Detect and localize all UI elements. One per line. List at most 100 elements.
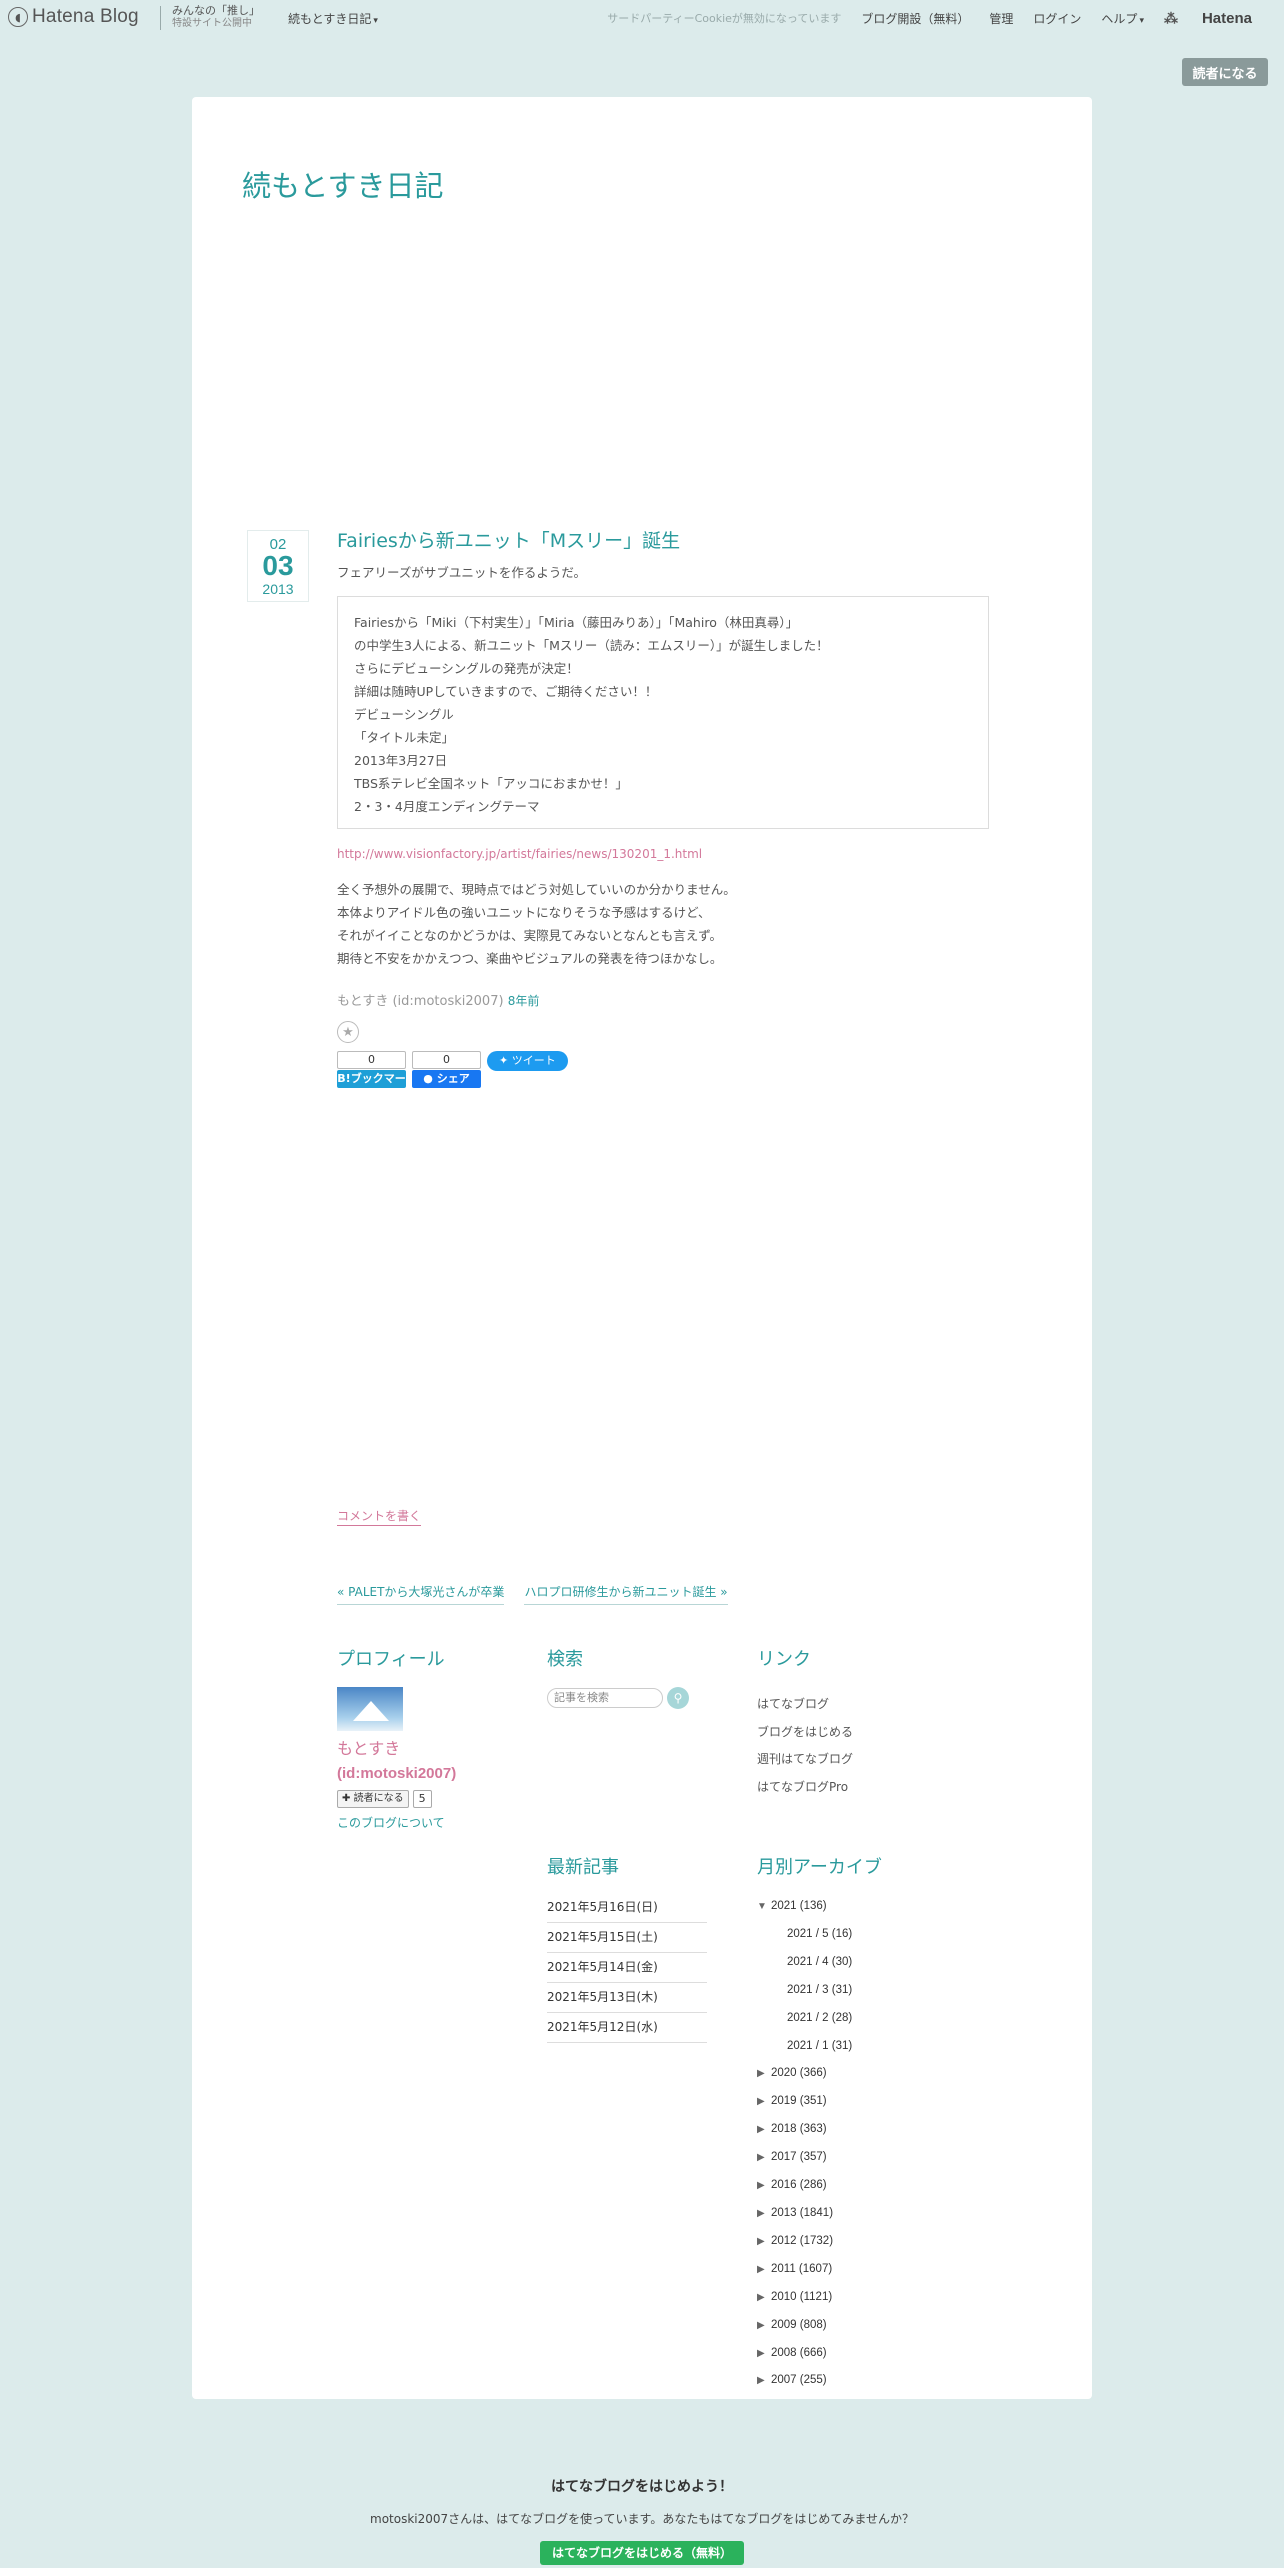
entry-byline: もとすき (id:motoski2007) 8年前	[337, 990, 1079, 1013]
blog-title[interactable]: 続もとすき日記	[242, 163, 444, 205]
link-item[interactable]: 週刊はてなブログ	[757, 1746, 957, 1774]
link-item[interactable]: はてなブログPro	[757, 1774, 957, 1802]
entry-quote: Fairiesから「Miki（下村実生）」「Miria（藤田みりあ）」「Mahi…	[337, 596, 989, 829]
archive-year-open[interactable]: ▼ 2021 (136)	[757, 1893, 977, 1921]
hatena-bookmark-button[interactable]: 0 B!ブックマーク	[337, 1051, 406, 1103]
triangle-right-icon[interactable]: ▶	[757, 2172, 771, 2200]
archive-month-item[interactable]: 2021 / 3 (31)	[757, 1977, 977, 2005]
profile-module: プロフィール もとすき (id:motoski2007) ✚ 読者になる 5 こ…	[337, 1645, 537, 1831]
archive-year-item[interactable]: ▶ 2016 (286)	[757, 2172, 977, 2200]
tweet-button[interactable]: ✦ ツイート	[487, 1051, 568, 1071]
triangle-down-icon[interactable]: ▼	[757, 1893, 771, 1921]
triangle-right-icon[interactable]: ▶	[757, 2200, 771, 2228]
subscribe-button-top[interactable]: 読者になる	[1182, 58, 1268, 86]
archive-year-item[interactable]: ▶ 2019 (351)	[757, 2088, 977, 2116]
search-input[interactable]: 記事を検索	[547, 1688, 663, 1708]
footer-heading: はてなブログをはじめよう！	[551, 2479, 733, 2495]
profile-title: プロフィール	[337, 1649, 445, 1670]
share-buttons: 0 B!ブックマーク 0 ● シェア ✦ ツイート	[337, 1051, 1079, 1103]
profile-subscribe: ✚ 読者になる 5	[337, 1790, 537, 1808]
admin-link[interactable]: 管理	[989, 10, 1013, 27]
help-menu[interactable]: ヘルプ	[1101, 10, 1144, 27]
link-item[interactable]: はてなブログ	[757, 1691, 957, 1719]
global-header: ◖ Hatena Blog みんなの「推し」 特設サイト公開中 続もとすき日記 …	[0, 0, 1284, 36]
hatena-blog-logo[interactable]: ◖ Hatena Blog	[8, 6, 139, 28]
archive-month-item[interactable]: 2021 / 2 (28)	[757, 2005, 977, 2033]
recent-entry-item[interactable]: 2021年5月16日(日)	[547, 1893, 707, 1923]
link-item[interactable]: ブログをはじめる	[757, 1719, 957, 1747]
promo-banner[interactable]: みんなの「推し」 特設サイト公開中	[172, 4, 260, 30]
triangle-right-icon[interactable]: ▶	[757, 2088, 771, 2116]
profile-id[interactable]: (id:motoski2007)	[337, 1765, 537, 1782]
triangle-right-icon[interactable]: ▶	[757, 2228, 771, 2256]
links-list: はてなブログ ブログをはじめる 週刊はてなブログ はてなブログPro	[757, 1691, 957, 1801]
source-link[interactable]: http://www.visionfactory.jp/artist/fairi…	[337, 843, 1079, 866]
triangle-right-icon[interactable]: ▶	[757, 2312, 771, 2340]
triangle-right-icon[interactable]: ▶	[757, 2116, 771, 2144]
archive-year-item[interactable]: ▶ 2013 (1841)	[757, 2200, 977, 2228]
entry-time-ago[interactable]: 8年前	[508, 994, 540, 1008]
search-title: 検索	[547, 1649, 583, 1670]
triangle-right-icon[interactable]: ▶	[757, 2256, 771, 2284]
archive-year-item[interactable]: ▶ 2007 (255)	[757, 2367, 977, 2395]
subscribe-button[interactable]: ✚ 読者になる	[337, 1790, 409, 1808]
archive-title: 月別アーカイブ	[757, 1857, 882, 1878]
footer-cta: はてなブログをはじめよう！ motoski2007さんは、はてなブログを使ってい…	[0, 2476, 1284, 2565]
triangle-right-icon[interactable]: ▶	[757, 2340, 771, 2368]
author-link[interactable]: もとすき (id:motoski2007)	[337, 994, 504, 1009]
write-comment-link[interactable]: コメントを書く	[337, 1507, 422, 1526]
footer-text: motoski2007さんは、はてなブログを使っています。あなたもはてなブログを…	[370, 2512, 914, 2526]
archive-year-item[interactable]: ▶ 2018 (363)	[757, 2116, 977, 2144]
facebook-icon: ●	[423, 1072, 433, 1085]
search-icon[interactable]: ⚲	[667, 1687, 689, 1709]
blog-container: 続もとすき日記 02 03 2013 Fairiesから新ユニット「Mスリー」誕…	[192, 97, 1092, 2399]
entry-lead: フェアリーズがサブユニットを作るようだ。	[337, 565, 587, 580]
recent-entry-item[interactable]: 2021年5月13日(木)	[547, 1983, 707, 2013]
start-blog-link[interactable]: ブログ開設（無料）	[861, 10, 969, 27]
about-blog-link[interactable]: このブログについて	[337, 1814, 537, 1831]
next-entry-link[interactable]: ハロプロ研修生から新ユニット誕生 »	[524, 1582, 728, 1605]
subscriber-count[interactable]: 5	[412, 1790, 432, 1808]
prev-entry-link[interactable]: « PALETから大塚光さんが卒業	[337, 1582, 505, 1605]
entry-body: 全く予想外の展開で、現時点ではどう対処していいのか分かりません。 本体よりアイド…	[337, 882, 736, 966]
recent-entry-item[interactable]: 2021年5月12日(水)	[547, 2013, 707, 2043]
entry-pager: « PALETから大塚光さんが卒業 ハロプロ研修生から新ユニット誕生 »	[337, 1582, 728, 1605]
archive-year-item[interactable]: ▶ 2017 (357)	[757, 2144, 977, 2172]
add-star-icon[interactable]: ★	[337, 1021, 359, 1043]
triangle-right-icon[interactable]: ▶	[757, 2144, 771, 2172]
archive-year-item[interactable]: ▶ 2020 (366)	[757, 2060, 977, 2088]
header-divider	[160, 6, 161, 30]
search-module: 検索 記事を検索 ⚲	[547, 1645, 717, 1709]
plus-icon: ✚	[342, 1793, 351, 1804]
links-module: リンク はてなブログ ブログをはじめる 週刊はてなブログ はてなブログPro	[757, 1645, 957, 1801]
archive-year-item[interactable]: ▶ 2010 (1121)	[757, 2284, 977, 2312]
entry-title[interactable]: Fairiesから新ユニット「Mスリー」誕生	[337, 527, 1079, 555]
archive-year-item[interactable]: ▶ 2008 (666)	[757, 2340, 977, 2368]
start-blog-button[interactable]: はてなブログをはじめる（無料）	[539, 2541, 744, 2565]
twitter-bird-icon: ✦	[499, 1054, 509, 1067]
login-link[interactable]: ログイン	[1033, 10, 1081, 27]
recent-entry-item[interactable]: 2021年5月15日(土)	[547, 1923, 707, 1953]
archive-month-item[interactable]: 2021 / 4 (30)	[757, 1949, 977, 1977]
triangle-right-icon[interactable]: ▶	[757, 2060, 771, 2088]
archive-list: ▼ 2021 (136) 2021 / 5 (16) 2021 / 4 (30) …	[757, 1893, 977, 2395]
archive-month-item[interactable]: 2021 / 1 (31)	[757, 2033, 977, 2061]
avatar[interactable]	[337, 1687, 403, 1731]
triangle-right-icon[interactable]: ▶	[757, 2367, 771, 2395]
archive-month-item[interactable]: 2021 / 5 (16)	[757, 1921, 977, 1949]
entry: Fairiesから新ユニット「Mスリー」誕生 フェアリーズがサブユニットを作るよ…	[337, 527, 1079, 1103]
archive-year-item[interactable]: ▶ 2011 (1607)	[757, 2256, 977, 2284]
header-right-menu: サードパーティーCookieが無効になっています ブログ開設（無料） 管理 ログ…	[607, 0, 1284, 36]
recent-list: 2021年5月16日(日) 2021年5月15日(土) 2021年5月14日(金…	[547, 1893, 707, 2043]
hatena-logo[interactable]: ⁂ Hatena	[1164, 10, 1272, 27]
entry-date[interactable]: 02 03 2013	[247, 530, 309, 602]
profile-name[interactable]: もとすき	[337, 1735, 537, 1759]
facebook-share-button[interactable]: 0 ● シェア	[412, 1051, 481, 1088]
blog-menu-dropdown[interactable]: 続もとすき日記	[288, 10, 378, 27]
triangle-right-icon[interactable]: ▶	[757, 2284, 771, 2312]
recent-entry-item[interactable]: 2021年5月14日(金)	[547, 1953, 707, 1983]
search-form: 記事を検索 ⚲	[547, 1687, 717, 1709]
archive-year-item[interactable]: ▶ 2009 (808)	[757, 2312, 977, 2340]
archive-year-item[interactable]: ▶ 2012 (1732)	[757, 2228, 977, 2256]
cookie-notice[interactable]: サードパーティーCookieが無効になっています	[607, 10, 841, 26]
